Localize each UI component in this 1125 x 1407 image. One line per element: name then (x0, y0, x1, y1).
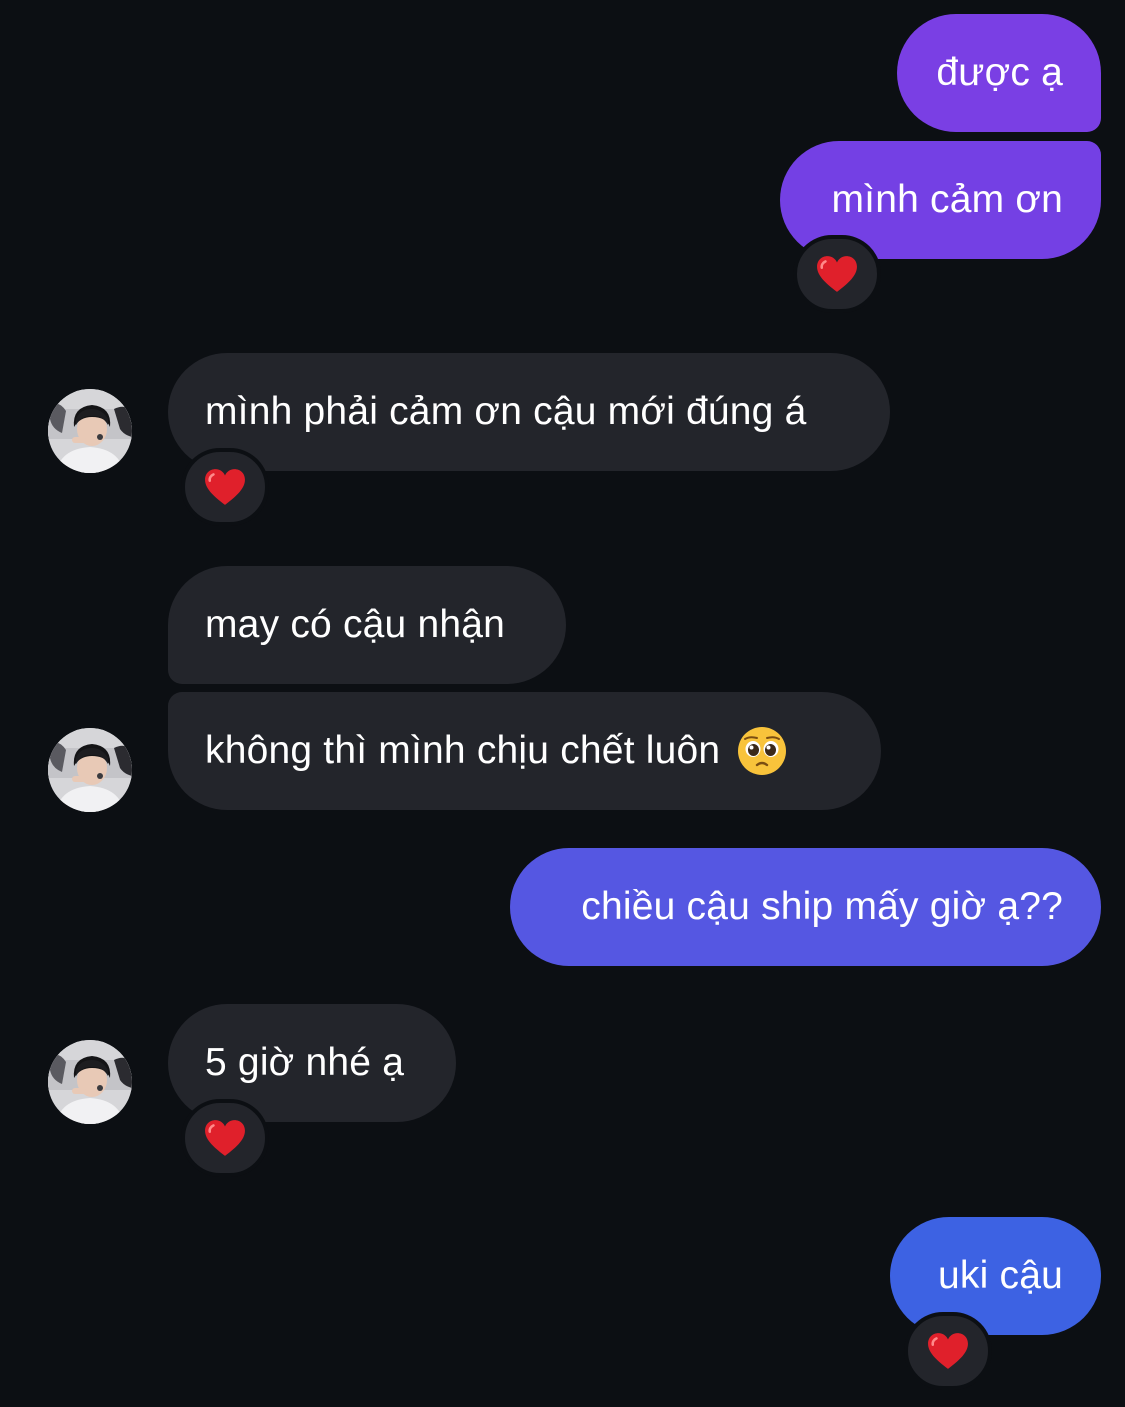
outgoing-message-bubble[interactable]: được ạ (897, 14, 1101, 132)
reaction-badge[interactable] (181, 1099, 269, 1177)
message-text: chiều cậu ship mấy giờ ạ?? (581, 885, 1063, 928)
heart-icon (816, 255, 858, 293)
message-text: uki cậu (938, 1254, 1063, 1297)
message-text: mình phải cảm ơn cậu mới đúng á (205, 390, 807, 433)
incoming-message-bubble[interactable]: may có cậu nhận (168, 566, 566, 684)
avatar[interactable] (48, 389, 132, 473)
outgoing-message-bubble[interactable]: chiều cậu ship mấy giờ ạ?? (510, 848, 1101, 966)
profile-photo (48, 728, 132, 812)
incoming-message-bubble[interactable]: không thì mình chịu chết luôn (168, 692, 881, 810)
reaction-badge[interactable] (181, 448, 269, 526)
heart-icon (927, 1332, 969, 1370)
message-text: mình cảm ơn (831, 178, 1063, 221)
message-text: được ạ (936, 51, 1063, 94)
heart-icon (204, 468, 246, 506)
heart-icon (204, 1119, 246, 1157)
profile-photo (48, 389, 132, 473)
pleading-face-icon (736, 725, 788, 777)
avatar[interactable] (48, 1040, 132, 1124)
incoming-message-bubble[interactable]: mình phải cảm ơn cậu mới đúng á (168, 353, 890, 471)
avatar[interactable] (48, 728, 132, 812)
message-text: 5 giờ nhé ạ (205, 1041, 405, 1084)
reaction-badge[interactable] (904, 1312, 992, 1390)
message-text: không thì mình chịu chết luôn (205, 729, 721, 772)
profile-photo (48, 1040, 132, 1124)
reaction-badge[interactable] (793, 235, 881, 313)
message-text: may có cậu nhận (205, 603, 506, 646)
